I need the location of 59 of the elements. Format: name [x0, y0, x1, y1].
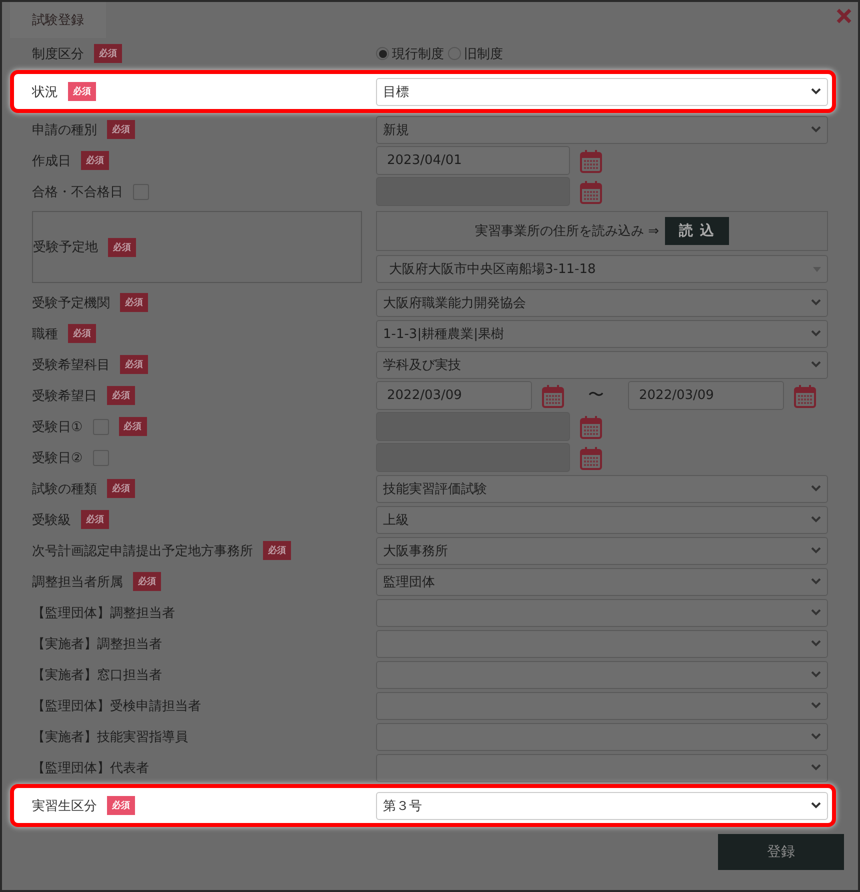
- field-label: 受験日②: [32, 450, 83, 466]
- field-label: 【実施者】調整担当者: [32, 636, 162, 652]
- field-label: 受験級: [32, 512, 71, 528]
- field-label: 合格・不合格日: [32, 184, 123, 200]
- date-field[interactable]: 2022/03/09: [628, 381, 784, 410]
- field-label: 受験予定機関: [32, 294, 110, 312]
- required-badge: 必須: [107, 386, 135, 405]
- date-field[interactable]: 2023/04/01: [376, 146, 570, 175]
- dropdown[interactable]: 1-1-3|耕種農業|果樹: [376, 320, 828, 348]
- required-badge: 必須: [108, 238, 136, 256]
- radio-label[interactable]: 現行制度: [392, 44, 444, 62]
- dropdown[interactable]: 上級: [376, 506, 828, 534]
- field-label: 職種: [32, 326, 58, 342]
- dropdown[interactable]: 新規: [376, 116, 828, 144]
- dialog-title: 試験登録: [10, 2, 106, 38]
- field-label: 受験予定地: [33, 239, 98, 256]
- dropdown[interactable]: 技能実習評価試験: [376, 474, 828, 502]
- field-label: 調整担当者所属: [32, 574, 123, 590]
- load-address-text: 実習事業所の住所を読み込み ⇒: [475, 223, 660, 240]
- field-label: 【監理団体】受検申請担当者: [32, 698, 201, 714]
- required-badge: 必須: [107, 796, 135, 815]
- dropdown[interactable]: 学科及び実技: [376, 350, 828, 378]
- field-label: 【監理団体】代表者: [32, 760, 149, 776]
- field-label: 制度区分: [32, 46, 84, 62]
- dropdown[interactable]: 大阪府大阪市中央区南船場3-11-18: [376, 255, 828, 283]
- required-badge: 必須: [263, 541, 291, 560]
- field-label: 実習生区分: [32, 798, 97, 814]
- required-badge: 必須: [107, 120, 135, 139]
- field-label: 受験希望日: [32, 388, 97, 404]
- field-label: 受験希望科目: [32, 356, 110, 374]
- required-badge: 必須: [120, 355, 148, 374]
- field-label: 状況: [32, 84, 58, 100]
- field-label: 試験の種類: [32, 480, 97, 498]
- field-label: 申請の種別: [32, 122, 97, 138]
- required-badge: 必須: [107, 479, 135, 498]
- register-button[interactable]: 登録: [718, 834, 844, 870]
- required-badge: 必須: [81, 151, 109, 170]
- dropdown[interactable]: 第３号: [376, 792, 828, 820]
- dropdown[interactable]: 目標: [376, 78, 828, 106]
- required-badge: 必須: [133, 572, 161, 591]
- field-label: 【実施者】窓口担当者: [32, 666, 162, 684]
- field-label: 受験日①: [32, 418, 83, 436]
- load-button[interactable]: 読 込: [665, 217, 729, 245]
- required-badge: 必須: [68, 82, 96, 101]
- required-badge: 必須: [118, 417, 147, 436]
- date-field[interactable]: 2022/03/09: [376, 381, 532, 410]
- field-label: 【監理団体】調整担当者: [32, 604, 175, 622]
- dropdown[interactable]: 大阪府職業能力開発協会: [376, 288, 828, 316]
- required-badge: 必須: [120, 293, 148, 312]
- dropdown[interactable]: 大阪事務所: [376, 536, 828, 564]
- required-badge: 必須: [68, 324, 96, 343]
- field-label: 次号計画認定申請提出予定地方事務所: [32, 542, 253, 560]
- radio-label[interactable]: 旧制度: [464, 44, 503, 62]
- required-badge: 必須: [94, 44, 122, 63]
- field-label: 【実施者】技能実習指導員: [32, 728, 188, 746]
- dropdown[interactable]: 監理団体: [376, 568, 828, 596]
- field-label: 作成日: [32, 152, 71, 170]
- range-separator: 〜: [588, 385, 604, 406]
- required-badge: 必須: [81, 510, 109, 529]
